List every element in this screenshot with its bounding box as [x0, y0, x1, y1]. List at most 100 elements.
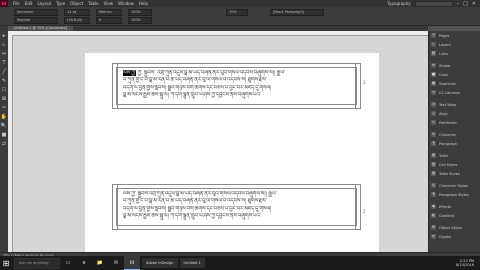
panel-table-styles[interactable]: ▧ Table Styles	[429, 169, 480, 178]
panel-paragraph[interactable]: ¶ Paragraph	[429, 139, 480, 148]
column-guide-right	[355, 185, 356, 229]
pages-icon: P	[431, 33, 436, 38]
maximize-icon[interactable]: □	[463, 1, 468, 7]
edge-browser-icon[interactable]: e	[76, 256, 92, 270]
panel-links[interactable]: ⛓ Links	[429, 49, 480, 58]
direct-selection-tool-icon[interactable]: ▹	[1, 42, 7, 48]
panel-text-wrap[interactable]: ⇲ Text Wrap	[429, 100, 480, 109]
hand-tool-icon[interactable]: ✋	[1, 114, 7, 120]
align-icon: ⟂	[431, 111, 436, 116]
panel-effects[interactable]: ◆ Effects	[429, 202, 480, 211]
table-styles-icon: ▧	[431, 171, 436, 176]
line-tool-icon[interactable]: ╱	[1, 69, 7, 75]
pasteboard[interactable]: ལས་ཀྱི་ ཀྱི་ སྐྱབས་ འགྲོ་ཀུན་འདུས་བླ་མ་ཡ…	[13, 36, 428, 256]
paragraph-style-field[interactable]: [Basic Paragraph]	[270, 9, 324, 16]
tibetan-text-block-2[interactable]: ལས་ཀྱི་ སྐྱབས་འགྲོ་ཀུན་འདུས་བླ་མ་ཡིད་བཞི…	[123, 191, 350, 224]
panel-cc-libraries[interactable]: ▭ CC Libraries	[429, 88, 480, 97]
column-guide-left	[117, 185, 118, 229]
menu-view[interactable]: View	[104, 1, 114, 6]
panel-dock: P Pages L Layers ⛓ Links ≡ Stroke ■ Color ▦ Sw…	[428, 31, 480, 256]
tracking-field[interactable]: 0	[96, 17, 122, 24]
selection-tool-icon[interactable]: ▸	[1, 33, 7, 39]
menu-help[interactable]: Help	[139, 1, 148, 6]
panel-label: Links	[439, 51, 448, 56]
panel-gradient[interactable]: ◐ Gradient	[429, 211, 480, 220]
mail-icon[interactable]: ✉	[108, 256, 124, 270]
panel-label: Table Styles	[439, 171, 460, 176]
tibetan-text-block-1[interactable]: ལས་ཀྱི་ ཀྱི་ སྐྱབས་ འགྲོ་ཀུན་འདུས་བླ་མ་ཡ…	[123, 70, 350, 103]
task-view-icon[interactable]: ▭	[60, 256, 76, 270]
panel-label: Character Styles	[439, 183, 469, 188]
taskbar-search-input[interactable]: Ask me anything	[14, 257, 60, 269]
pen-tool-icon[interactable]: ✎	[1, 78, 7, 84]
panel-glyphs[interactable]: ⇄ Glyphs	[429, 232, 480, 241]
text-wrap-icon: ⇲	[431, 102, 436, 107]
menu-edit[interactable]: Edit	[25, 1, 33, 6]
menu-object[interactable]: Object	[70, 1, 83, 6]
menu-file[interactable]: File	[13, 1, 20, 6]
scissors-tool-icon[interactable]: ✂	[1, 105, 7, 111]
text-line: བ་ཀུན་གྱི་ངོ་བོ་བླ་མ་རིན་པོ་ཆེ་ཡིད་བཞིན་…	[123, 77, 267, 84]
menu-layout[interactable]: Layout	[37, 1, 51, 6]
font-style-field[interactable]: Regular	[14, 17, 58, 24]
panel-swatches[interactable]: ▦ Swatches	[429, 79, 480, 88]
rectangle-frame-tool-icon[interactable]: ☐	[1, 87, 7, 93]
taskbar-window-document[interactable]: Untitled-1	[179, 258, 205, 268]
pathfinder-icon: ⎌	[431, 120, 436, 125]
file-explorer-icon[interactable]: 📁	[92, 256, 108, 270]
panel-pages[interactable]: P Pages	[429, 31, 480, 40]
zoom-tool-icon[interactable]: 🔍	[1, 123, 7, 129]
stock-search-input[interactable]	[414, 0, 453, 7]
type-tool-icon[interactable]: T	[1, 60, 7, 66]
text-frame-1[interactable]: ལས་ཀྱི་ ཀྱི་ སྐྱབས་ འགྲོ་ཀུན་འདུས་བླ་མ་ཡ…	[112, 63, 361, 109]
zoom-field[interactable]: 70%	[226, 9, 248, 16]
column-guide-left	[117, 64, 118, 108]
panel-paragraph-styles[interactable]: ¶ Paragraph Styles	[429, 190, 480, 199]
selected-text[interactable]: ལས་ཀྱི་	[123, 70, 136, 76]
stroke-icon: ≡	[431, 63, 436, 68]
gap-tool-icon[interactable]: ↔	[1, 51, 7, 57]
panel-pathfinder[interactable]: ⎌ Pathfinder	[429, 118, 480, 127]
rectangle-tool-icon[interactable]: ⊠	[1, 96, 7, 102]
panel-label: Gradient	[439, 213, 455, 218]
panel-label: Object Styles	[439, 225, 463, 230]
paragraph-styles-icon: ¶	[431, 192, 436, 197]
text-frame-2[interactable]: ལས་ཀྱི་ སྐྱབས་འགྲོ་ཀུན་འདུས་བླ་མ་ཡིད་བཞི…	[112, 184, 361, 230]
panel-label: Character	[439, 132, 457, 137]
panel-layers[interactable]: L Layers	[429, 40, 480, 49]
panel-stroke[interactable]: ≡ Stroke	[429, 61, 480, 70]
indesign-taskbar-icon[interactable]: Id	[124, 256, 140, 270]
panel-object-styles[interactable]: ⊞ Object Styles	[429, 223, 480, 232]
panel-label: CC Libraries	[439, 90, 461, 95]
vertical-scale-field[interactable]: 100%	[128, 9, 152, 16]
font-family-field[interactable]: Jomolhari	[14, 9, 58, 16]
document-page[interactable]: ལས་ཀྱི་ ཀྱི་ སྐྱབས་ འགྲོ་ཀུན་འདུས་བླ་མ་ཡ…	[85, 53, 379, 256]
kerning-field[interactable]: Metrics	[96, 9, 122, 16]
fill-stroke-icon[interactable]: ■	[1, 132, 7, 138]
column-guide-right	[355, 64, 356, 108]
workspace-switcher[interactable]: Typography	[387, 1, 410, 6]
panel-align[interactable]: ⟂ Align	[429, 109, 480, 118]
panel-label: Table	[439, 153, 449, 158]
swap-fill-stroke-icon[interactable]: ⇄	[1, 141, 7, 147]
windows-start-icon[interactable]: ⊞	[0, 256, 12, 270]
character-icon: A	[431, 132, 436, 137]
horizontal-scale-field[interactable]: 100%	[128, 17, 152, 24]
font-size-field[interactable]: 14 pt	[64, 9, 90, 16]
panel-label: Pages	[439, 33, 450, 38]
panel-cell-styles[interactable]: ▥ Cell Styles	[429, 160, 480, 169]
taskbar-clock[interactable]: 2:23 PM 8/14/2016	[456, 259, 474, 267]
text-line: བླ་མ་སངས་རྒྱས་ཆོས་སྐུ་ལ། ཀ་དག་ལྷུན་གྲུབ་…	[123, 91, 261, 98]
taskbar-window-indesign[interactable]: Adobe InDesign	[142, 258, 178, 268]
panel-character-styles[interactable]: A Character Styles	[429, 181, 480, 190]
menu-table[interactable]: Table	[88, 1, 98, 6]
menu-type[interactable]: Type	[56, 1, 65, 6]
close-icon[interactable]: ✕	[472, 1, 476, 7]
minimize-icon[interactable]: –	[457, 1, 460, 7]
app-logo: Id	[0, 0, 8, 7]
panel-color[interactable]: ■ Color	[429, 70, 480, 79]
leading-field[interactable]: (16.8 pt)	[64, 17, 90, 24]
panel-character[interactable]: A Character	[429, 130, 480, 139]
panel-table[interactable]: ▤ Table	[429, 151, 480, 160]
menu-window[interactable]: Window	[118, 1, 134, 6]
